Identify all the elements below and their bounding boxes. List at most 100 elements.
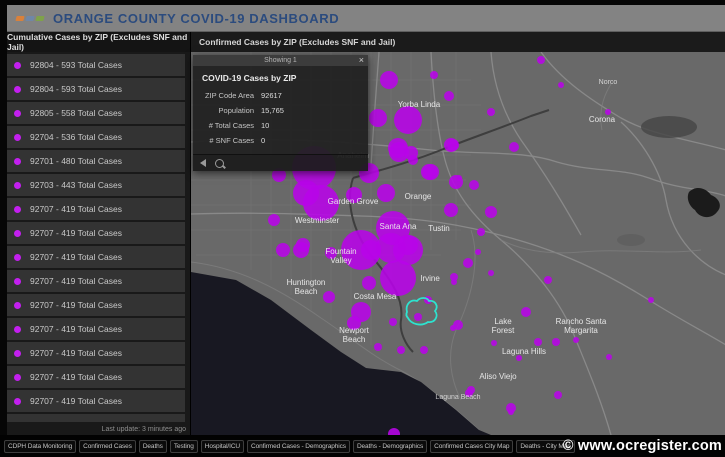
field-value: 92617	[261, 91, 282, 100]
case-bubble[interactable]	[521, 307, 531, 317]
list-item-label: 92707 - 419 Total Cases	[30, 372, 122, 382]
list-item[interactable]: 92801 - 370 Total Cases	[7, 414, 185, 422]
list-item[interactable]: 92805 - 558 Total Cases	[7, 102, 185, 124]
tab-confirmed-cases[interactable]: Confirmed Cases	[79, 439, 136, 453]
case-bubble[interactable]	[451, 279, 457, 285]
case-bubble[interactable]	[377, 184, 395, 202]
close-icon[interactable]: ×	[359, 55, 364, 66]
case-bubble[interactable]	[380, 260, 416, 296]
case-bubble[interactable]	[488, 270, 494, 276]
case-bubble[interactable]	[389, 318, 397, 326]
case-bubble[interactable]	[296, 238, 310, 252]
list-item[interactable]: 92804 - 593 Total Cases	[7, 78, 185, 100]
list-item[interactable]: 92707 - 419 Total Cases	[7, 198, 185, 220]
case-bubble[interactable]	[380, 71, 398, 89]
list-item[interactable]: 92707 - 419 Total Cases	[7, 366, 185, 388]
list-item-label: 92804 - 593 Total Cases	[30, 60, 122, 70]
case-bubble[interactable]	[558, 82, 564, 88]
case-bubble[interactable]	[276, 243, 290, 257]
popup-showing-label: Showing 1	[264, 57, 297, 64]
case-bubble[interactable]	[463, 258, 473, 268]
case-bubble[interactable]	[573, 337, 579, 343]
case-bubble[interactable]	[374, 343, 382, 351]
case-bubble[interactable]	[449, 175, 463, 189]
case-dot-icon	[14, 109, 21, 117]
case-bubble[interactable]	[444, 203, 458, 217]
map-city-label: Garden Grove	[328, 197, 379, 206]
field-label: # Total Cases	[208, 121, 254, 130]
map-city-label: Yorba Linda	[398, 100, 441, 109]
list-item[interactable]: 92707 - 419 Total Cases	[7, 390, 185, 412]
zip-case-list: 92804 - 593 Total Cases 92804 - 593 Total…	[7, 54, 185, 422]
list-item[interactable]: 92707 - 419 Total Cases	[7, 246, 185, 268]
tab-testing[interactable]: Testing	[169, 439, 198, 453]
case-bubble[interactable]	[404, 146, 418, 160]
case-bubble[interactable]	[509, 142, 519, 152]
list-item[interactable]: 92703 - 443 Total Cases	[7, 174, 185, 196]
case-bubble[interactable]	[398, 235, 418, 255]
case-bubble[interactable]	[554, 391, 562, 399]
list-item[interactable]: 92701 - 480 Total Cases	[7, 150, 185, 172]
zip-info-popup: Showing 1 × COVID-19 Cases by ZIP ZIP Co…	[193, 55, 368, 171]
tab-confirmed-cases-city-map[interactable]: Confirmed Cases City Map	[430, 439, 514, 453]
field-label: ZIP Code Area	[204, 91, 254, 100]
case-bubble[interactable]	[362, 276, 376, 290]
case-dot-icon	[14, 325, 21, 333]
tab-cdph-data-monitoring[interactable]: CDPH Data Monitoring	[4, 439, 77, 453]
list-item[interactable]: 92804 - 593 Total Cases	[7, 54, 185, 76]
case-bubble[interactable]	[447, 139, 459, 151]
previous-arrow-icon[interactable]	[200, 159, 206, 167]
case-bubble[interactable]	[544, 276, 552, 284]
list-item[interactable]: 92707 - 419 Total Cases	[7, 294, 185, 316]
popup-header: Showing 1 ×	[193, 55, 368, 66]
case-bubble[interactable]	[430, 71, 438, 79]
cumulative-cases-panel: Cumulative Cases by ZIP (Excludes SNF an…	[7, 32, 190, 435]
case-dot-icon	[14, 301, 21, 309]
case-bubble[interactable]	[534, 338, 542, 346]
case-bubble[interactable]	[414, 313, 422, 321]
case-bubble[interactable]	[293, 180, 319, 206]
map-panel-title: Confirmed Cases by ZIP (Excludes SNF and…	[199, 37, 396, 47]
tab-deaths[interactable]: Deaths	[138, 439, 167, 453]
case-bubble[interactable]	[469, 180, 479, 190]
case-bubble[interactable]	[606, 354, 612, 360]
tab-deaths-demographics[interactable]: Deaths - Demographics	[352, 439, 428, 453]
list-item[interactable]: 92707 - 419 Total Cases	[7, 222, 185, 244]
list-item-label: 92707 - 419 Total Cases	[30, 396, 122, 406]
list-item[interactable]: 92707 - 419 Total Cases	[7, 342, 185, 364]
case-bubble[interactable]	[444, 91, 454, 101]
case-bubble[interactable]	[421, 164, 437, 180]
case-bubble[interactable]	[420, 346, 428, 354]
case-bubble[interactable]	[475, 249, 481, 255]
list-item[interactable]: 92707 - 419 Total Cases	[7, 318, 185, 340]
field-label: # SNF Cases	[209, 136, 254, 145]
case-bubble[interactable]	[552, 338, 560, 346]
case-bubble[interactable]	[394, 106, 422, 134]
map-city-label: Lake Forest	[492, 317, 515, 335]
tab-hospital-icu[interactable]: Hospital/ICU	[200, 439, 245, 453]
tab-confirmed-cases-demographics[interactable]: Confirmed Cases - Demographics	[247, 439, 350, 453]
case-bubble[interactable]	[369, 109, 387, 127]
case-bubble[interactable]	[485, 206, 497, 218]
app-header: ORANGE COUNTY COVID-19 DASHBOARD	[7, 5, 725, 32]
case-bubble[interactable]	[491, 340, 497, 346]
zoom-to-icon[interactable]	[215, 158, 224, 168]
case-bubble[interactable]	[487, 108, 495, 116]
list-item-label: 92703 - 443 Total Cases	[30, 180, 122, 190]
case-bubble[interactable]	[508, 409, 514, 415]
list-item[interactable]: 92704 - 536 Total Cases	[7, 126, 185, 148]
case-bubble[interactable]	[397, 346, 405, 354]
case-dot-icon	[14, 421, 21, 422]
case-bubble[interactable]	[648, 297, 654, 303]
case-bubble[interactable]	[477, 228, 485, 236]
map-city-label: Costa Mesa	[354, 292, 397, 301]
case-bubble[interactable]	[268, 214, 280, 226]
dashboard-logo-icon	[15, 15, 45, 21]
case-bubble[interactable]	[450, 325, 456, 331]
list-item[interactable]: 92707 - 419 Total Cases	[7, 270, 185, 292]
list-item-label: 92701 - 480 Total Cases	[30, 156, 122, 166]
case-bubble[interactable]	[537, 56, 545, 64]
list-item-label: 92707 - 419 Total Cases	[30, 300, 122, 310]
map-city-label: Orange	[405, 192, 432, 201]
case-bubble[interactable]	[323, 291, 335, 303]
